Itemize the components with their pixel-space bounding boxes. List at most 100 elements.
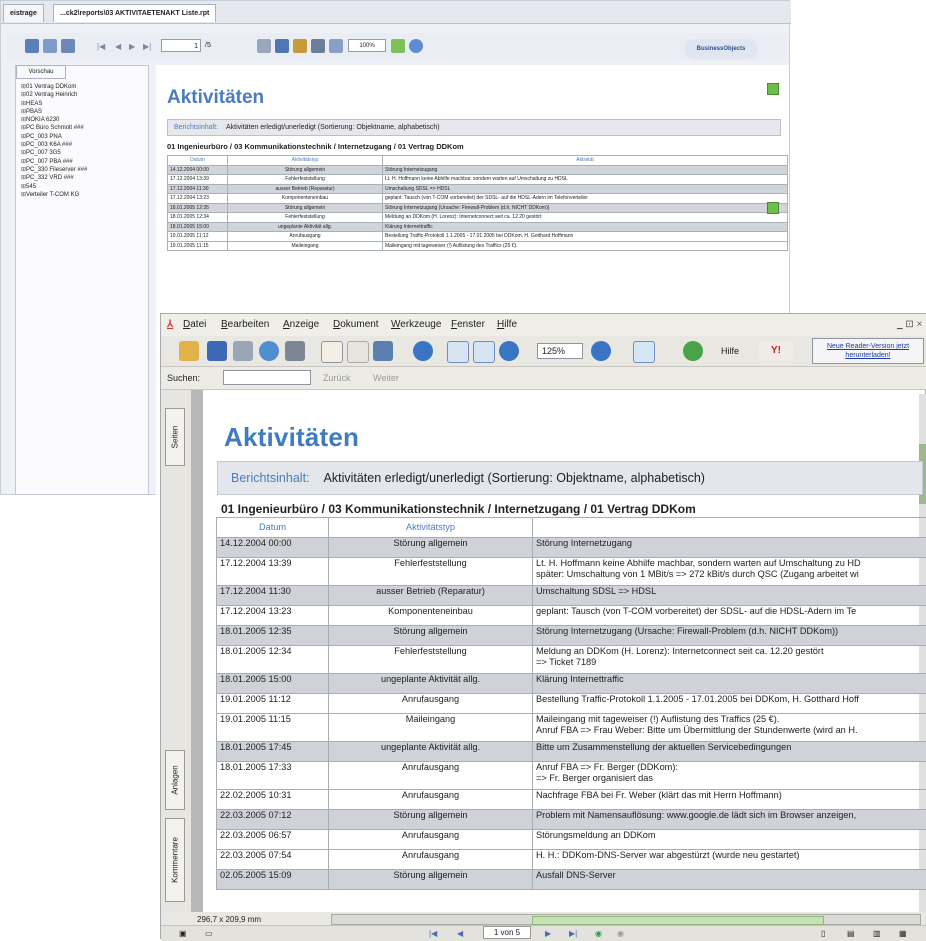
table-row: 18.01.2005 17:45ungeplante Aktivität all… xyxy=(217,742,926,762)
help-button[interactable]: Hilfe xyxy=(701,342,749,360)
print-icon[interactable] xyxy=(43,39,57,53)
tree-item[interactable]: HEAS xyxy=(21,100,87,108)
activity-line: Störung Internetzugang (Ursache: Firewal… xyxy=(536,626,926,637)
group-tree: 01 Vertrag DDKom02 Vertrag HeinrichHEASP… xyxy=(21,83,87,199)
activity-line: geplant: Tausch (von T-COM vorbereitet) … xyxy=(536,606,926,617)
menu-edit[interactable]: Bearbeiten xyxy=(221,314,269,336)
table-row: 22.02.2005 10:31AnrufausgangNachfrage FB… xyxy=(217,790,926,810)
last-page-icon[interactable]: ▶| xyxy=(143,42,151,52)
tree-item[interactable]: PC_007 PBA ### xyxy=(21,158,87,166)
first-page-icon[interactable]: |◀ xyxy=(97,42,105,52)
help-label: Hilfe xyxy=(721,346,739,356)
hand-tool-icon[interactable] xyxy=(321,341,343,363)
tab-report[interactable]: ...ck2\reports\03 AKTIVITAETENAKT Liste.… xyxy=(53,4,216,22)
cell-type: Anrufausgang xyxy=(329,850,533,870)
menu-tools[interactable]: Werkzeuge xyxy=(391,314,441,336)
tab-comments[interactable]: Kommentare xyxy=(165,818,185,902)
zoom-level-field[interactable]: 125% xyxy=(537,343,583,359)
search-input[interactable] xyxy=(223,370,311,385)
export-icon[interactable] xyxy=(25,39,39,53)
next-page-icon[interactable]: ▶ xyxy=(129,42,135,52)
cell-type: ungeplante Aktivität allg. xyxy=(228,222,383,232)
page-layout-icon[interactable] xyxy=(633,341,655,363)
go-icon[interactable] xyxy=(391,39,405,53)
page-number-field[interactable]: 1 von 5 xyxy=(483,926,531,939)
zoom-out-icon[interactable] xyxy=(413,341,433,361)
tree-item[interactable]: PC_003 K6A ### xyxy=(21,141,87,149)
activity-line: Meldung an DDKom (H. Lorenz): Internetco… xyxy=(536,646,926,657)
cell-text: geplant: Tausch (von T-COM vorbereitet) … xyxy=(383,194,788,204)
menu-document[interactable]: Dokument xyxy=(333,314,379,336)
refresh-icon[interactable] xyxy=(275,39,289,53)
menu-window[interactable]: Fenster xyxy=(451,314,485,336)
table-row: 17.12.2004 11:30ausser Betrieb (Reparatu… xyxy=(168,184,788,194)
tree-item[interactable]: 545 xyxy=(21,183,87,191)
cell-date: 19.01.2005 11:15 xyxy=(217,714,329,742)
group-tree-icon[interactable] xyxy=(311,39,325,53)
tree-item[interactable]: PC Büro Schmolt ### xyxy=(21,124,87,132)
column-header-activity xyxy=(533,518,926,538)
scroll-marker-icon[interactable] xyxy=(767,202,779,214)
tree-item[interactable]: NOKIA 6230 xyxy=(21,116,87,124)
print-icon[interactable] xyxy=(233,341,253,361)
tab-start[interactable]: eistrage xyxy=(3,4,44,22)
zoom-plus-icon[interactable] xyxy=(591,341,611,361)
tree-item[interactable]: PC_003 PNA xyxy=(21,133,87,141)
cell-activity: Bestellung Traffic-Protokoll 1.1.2005 - … xyxy=(533,694,926,714)
tree-item[interactable]: PC_332 VRD ### xyxy=(21,174,87,182)
tree-item[interactable]: PC_007 3G5 xyxy=(21,149,87,157)
tree-item[interactable]: 02 Vertrag Heinrich xyxy=(21,91,87,99)
report-toolbar: |◀ ◀ ▶ ▶| xyxy=(7,33,785,61)
cell-type: Komponenteneinbau xyxy=(329,606,533,626)
zoom-select[interactable]: 100% xyxy=(348,39,386,52)
search-back-button[interactable]: Zurück xyxy=(323,367,351,389)
tree-item[interactable]: 01 Vertrag DDKom xyxy=(21,83,87,91)
select-text-icon[interactable] xyxy=(347,341,369,363)
table-row: 22.03.2005 07:54AnrufausgangH. H.: DDKom… xyxy=(217,850,926,870)
tab-pages[interactable]: Seiten xyxy=(165,408,185,466)
tree-item[interactable]: Verteiler T-COM KG xyxy=(21,191,87,199)
save-icon[interactable] xyxy=(207,341,227,361)
menu-view[interactable]: Anzeige xyxy=(283,314,319,336)
tree-item[interactable]: PBAS xyxy=(21,108,87,116)
cell-type: Fehlerfeststellung xyxy=(329,646,533,674)
fit-page-icon[interactable] xyxy=(447,341,469,363)
menu-help[interactable]: Hilfe xyxy=(497,314,517,336)
table-row: 19.01.2005 11:12AnrufausgangBestellung T… xyxy=(168,232,788,242)
cell-activity: Ausfall DNS-Server xyxy=(533,870,926,890)
tree-icon[interactable] xyxy=(61,39,75,53)
help-icon[interactable] xyxy=(683,341,703,361)
cell-type: Fehlerfeststellung xyxy=(329,558,533,586)
tree-item[interactable]: PC_330 Fileserver ### xyxy=(21,166,87,174)
zoom-minus-icon[interactable] xyxy=(499,341,519,361)
horizontal-scrollbar[interactable] xyxy=(331,914,921,925)
report-title: Aktivitäten xyxy=(224,422,359,453)
expand-icon[interactable] xyxy=(767,83,779,95)
stop-icon[interactable] xyxy=(257,39,271,53)
table-row: 14.12.2004 00:00Störung allgemeinStörung… xyxy=(168,165,788,175)
zoom-icon[interactable] xyxy=(329,39,343,53)
page-number-input[interactable]: 1 xyxy=(161,39,201,52)
cell-date: 14.12.2004 00:00 xyxy=(217,538,329,558)
previous-page-icon[interactable]: ◀ xyxy=(115,42,121,52)
yahoo-icon[interactable]: Y! xyxy=(759,341,793,361)
cell-type: Maileingang xyxy=(228,241,383,251)
cell-type: Störung allgemein xyxy=(329,870,533,890)
help-icon[interactable] xyxy=(409,39,423,53)
open-folder-icon[interactable] xyxy=(179,341,199,361)
reader-update-link[interactable]: Neue Reader-Version jetzt herunterladen! xyxy=(812,338,924,364)
snapshot-icon[interactable] xyxy=(373,341,393,361)
cell-date: 17.12.2004 13:23 xyxy=(217,606,329,626)
tab-preview[interactable]: Vorschau xyxy=(16,65,66,79)
menu-file[interactable]: Datei xyxy=(183,314,206,336)
find-icon[interactable] xyxy=(285,341,305,361)
search-icon[interactable] xyxy=(293,39,307,53)
window-controls[interactable]: _ ⊡ × xyxy=(897,314,922,336)
cell-activity: Klärung Internettraffic xyxy=(533,674,926,694)
email-icon[interactable] xyxy=(259,341,279,361)
cell-type: ausser Betrieb (Reparatur) xyxy=(228,184,383,194)
search-next-button[interactable]: Weiter xyxy=(373,367,399,389)
tab-attachments[interactable]: Anlagen xyxy=(165,750,185,810)
fit-width-icon[interactable] xyxy=(473,341,495,363)
horizontal-scroll-thumb[interactable] xyxy=(532,916,824,925)
